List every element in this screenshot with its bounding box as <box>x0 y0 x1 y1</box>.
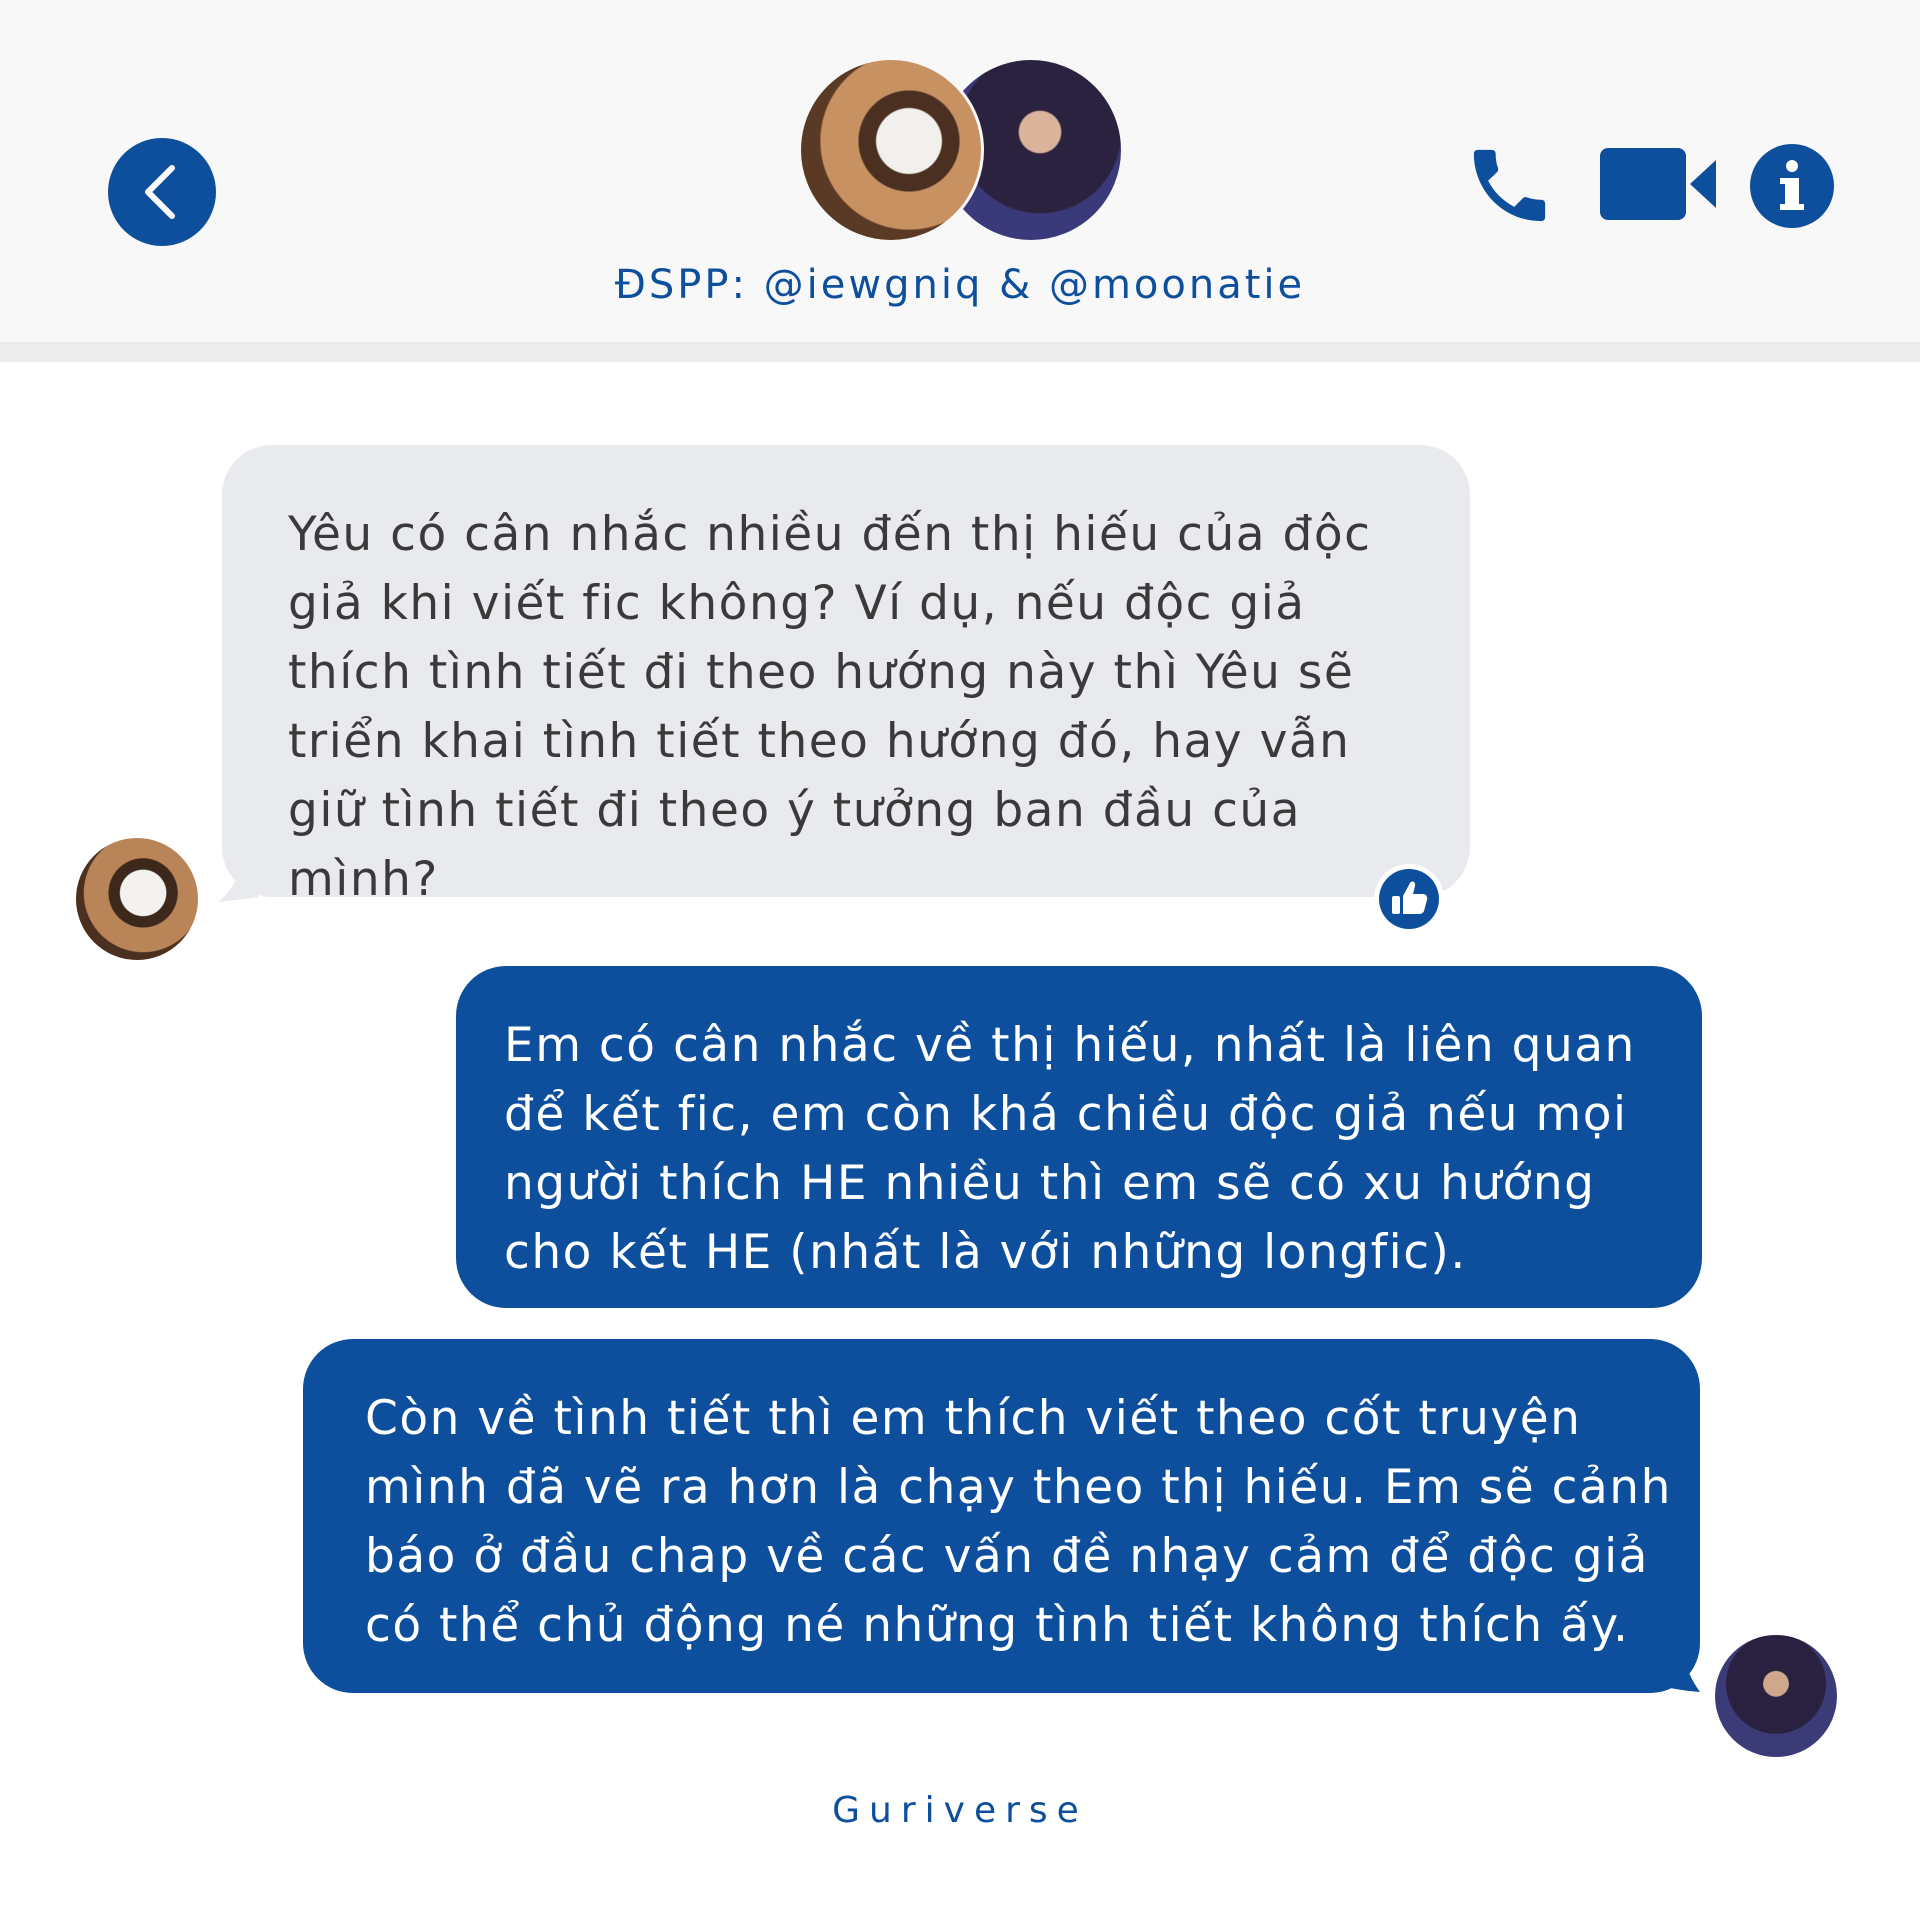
back-button[interactable] <box>108 138 216 246</box>
thumbs-up-icon <box>1379 869 1439 929</box>
header-divider <box>0 342 1920 362</box>
avatar <box>798 57 984 243</box>
outgoing-message[interactable]: Em có cân nhắc về thị hiếu, nhất là liên… <box>456 966 1702 1308</box>
reaction-badge[interactable] <box>1376 866 1442 932</box>
incoming-message[interactable]: Yêu có cân nhắc nhiều đến thị hiếu của đ… <box>222 445 1470 907</box>
avatar[interactable] <box>76 838 198 960</box>
group-avatar[interactable] <box>798 57 1124 243</box>
brand-watermark: Guriverse <box>832 1790 1088 1831</box>
avatar[interactable] <box>1715 1635 1837 1757</box>
info-icon[interactable] <box>1750 144 1834 232</box>
outgoing-message[interactable]: Còn về tình tiết thì em thích viết theo … <box>303 1339 1700 1693</box>
video-camera-icon[interactable] <box>1600 148 1716 224</box>
chat-title: ĐSPP: @iewgniq & @moonatie <box>614 262 1306 308</box>
phone-icon[interactable] <box>1462 138 1557 237</box>
chevron-left-icon <box>145 165 175 219</box>
